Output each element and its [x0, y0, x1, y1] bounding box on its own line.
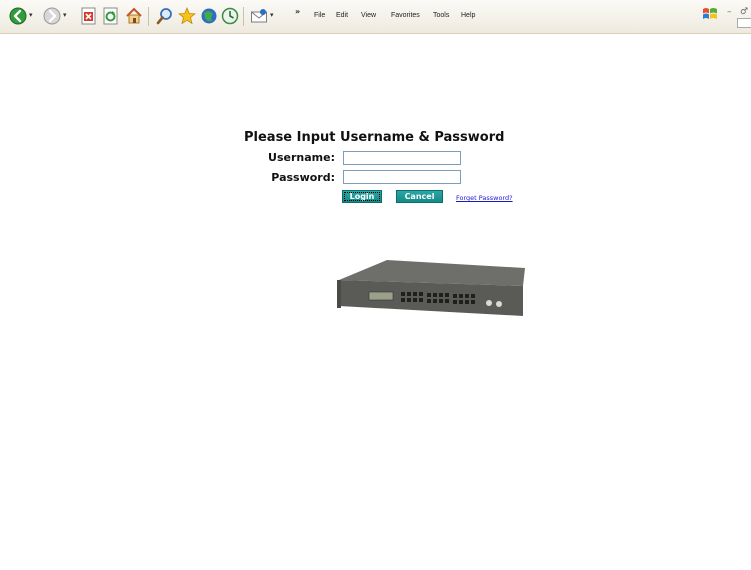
- menu-help[interactable]: Help: [461, 12, 475, 19]
- password-label: Password:: [271, 171, 335, 184]
- forget-password-link[interactable]: Forget Password?: [456, 194, 513, 202]
- menu-file[interactable]: File: [314, 12, 325, 19]
- mail-icon[interactable]: [250, 7, 268, 25]
- menu-view[interactable]: View: [361, 12, 376, 19]
- menu-tools[interactable]: Tools: [433, 12, 449, 19]
- browser-toolbar: ▾ ▾ ▾ » File Edit View Favorites Tools H…: [0, 0, 751, 34]
- stop-icon[interactable]: [80, 7, 98, 25]
- menu-favorites[interactable]: Favorites: [391, 12, 420, 19]
- back-dropdown-icon[interactable]: ▾: [29, 12, 33, 19]
- network-switch-image: [337, 258, 525, 324]
- page-title: Please Input Username & Password: [244, 130, 505, 145]
- cancel-button[interactable]: Cancel: [396, 190, 443, 203]
- toolbar-separator: [148, 7, 149, 26]
- minimize-button[interactable]: –: [727, 7, 732, 17]
- history-icon[interactable]: [221, 7, 239, 25]
- toolbar-overflow-chevron[interactable]: »: [295, 7, 300, 16]
- password-input[interactable]: [343, 170, 461, 184]
- refresh-icon[interactable]: [102, 7, 120, 25]
- toolbar-separator: [243, 7, 244, 26]
- login-button[interactable]: Login: [342, 190, 382, 203]
- media-icon[interactable]: [200, 7, 218, 25]
- restore-button[interactable]: ♂: [740, 7, 748, 17]
- home-icon[interactable]: [125, 7, 143, 25]
- favorites-star-icon[interactable]: [178, 7, 196, 25]
- window-edge: [737, 18, 751, 28]
- back-icon[interactable]: [9, 7, 27, 25]
- windows-logo-icon: [702, 6, 718, 22]
- forward-icon[interactable]: [43, 7, 61, 25]
- mail-dropdown-icon[interactable]: ▾: [270, 12, 274, 19]
- search-icon[interactable]: [156, 7, 174, 25]
- username-input[interactable]: [343, 151, 461, 165]
- menu-edit[interactable]: Edit: [336, 12, 348, 19]
- forward-dropdown-icon[interactable]: ▾: [63, 12, 67, 19]
- username-label: Username:: [268, 151, 335, 164]
